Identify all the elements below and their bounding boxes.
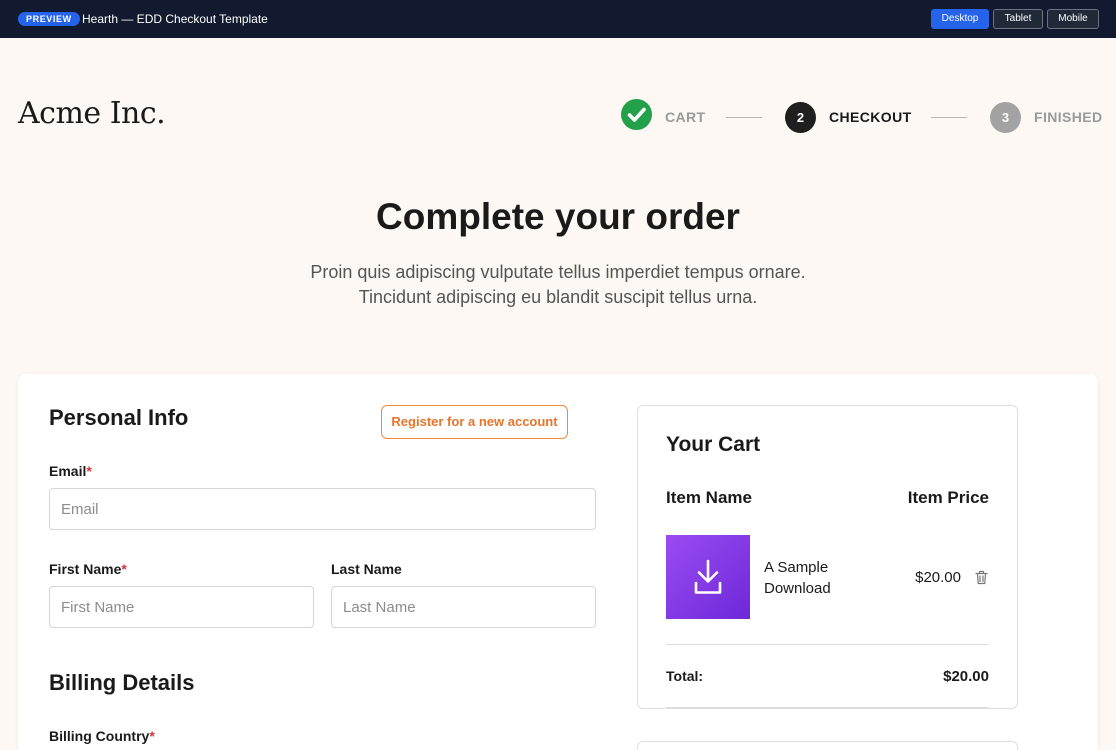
cart-divider bbox=[666, 644, 989, 645]
total-value: $20.00 bbox=[943, 668, 989, 685]
desktop-view-button[interactable]: Desktop bbox=[931, 9, 989, 29]
email-input[interactable] bbox=[49, 488, 596, 530]
required-mark: * bbox=[121, 561, 127, 577]
item-price-header: Item Price bbox=[907, 488, 989, 507]
preview-title: Hearth — EDD Checkout Template bbox=[82, 12, 268, 26]
trash-icon[interactable] bbox=[975, 570, 988, 590]
subtitle-line: Tincidunt adipiscing eu blandit suscipit… bbox=[358, 287, 758, 307]
tablet-view-button[interactable]: Tablet bbox=[993, 9, 1043, 29]
check-icon bbox=[627, 107, 646, 122]
register-account-button[interactable]: Register for a new account bbox=[381, 405, 568, 439]
step-divider bbox=[726, 117, 762, 118]
step-label-finished: FINISHED bbox=[1034, 109, 1103, 125]
first-name-input[interactable] bbox=[49, 586, 314, 628]
first-name-label-text: First Name bbox=[49, 561, 122, 577]
step-number-checkout: 2 bbox=[785, 102, 816, 133]
item-thumbnail bbox=[666, 535, 750, 619]
email-label-text: Email bbox=[49, 463, 87, 479]
page-subtitle: Proin quis adipiscing vulputate tellus i… bbox=[258, 260, 858, 310]
mobile-view-button[interactable]: Mobile bbox=[1047, 9, 1099, 29]
cart-divider bbox=[666, 707, 989, 708]
step-complete-badge bbox=[621, 99, 652, 130]
item-name-header: Item Name bbox=[666, 488, 752, 507]
email-label: Email* bbox=[49, 463, 92, 479]
subtitle-line: Proin quis adipiscing vulputate tellus i… bbox=[310, 262, 806, 282]
download-icon bbox=[694, 559, 722, 594]
personal-info-heading: Personal Info bbox=[49, 405, 189, 430]
required-mark: * bbox=[149, 728, 155, 744]
step-divider bbox=[931, 117, 967, 118]
page-title: Complete your order bbox=[376, 196, 740, 237]
preview-bar: PREVIEW Hearth — EDD Checkout Template D… bbox=[0, 0, 1116, 38]
cart-item-price: $20.00 bbox=[915, 569, 961, 586]
last-name-input[interactable] bbox=[331, 586, 596, 628]
billing-country-label: Billing Country* bbox=[49, 728, 155, 744]
cart-item-name: A Sample Download bbox=[764, 559, 831, 597]
cart-title: Your Cart bbox=[666, 433, 761, 456]
preview-badge: PREVIEW bbox=[18, 12, 80, 26]
step-number-finished: 3 bbox=[990, 102, 1021, 133]
step-label-cart[interactable]: CART bbox=[665, 109, 705, 125]
required-mark: * bbox=[86, 463, 92, 479]
first-name-label: First Name* bbox=[49, 561, 127, 577]
secondary-panel bbox=[637, 741, 1018, 750]
billing-country-label-text: Billing Country bbox=[49, 728, 150, 744]
billing-details-heading: Billing Details bbox=[49, 670, 195, 695]
last-name-label: Last Name bbox=[331, 561, 402, 577]
brand-logo[interactable]: Acme Inc. bbox=[18, 96, 166, 131]
total-label: Total: bbox=[666, 668, 704, 684]
step-label-checkout: CHECKOUT bbox=[829, 109, 912, 125]
